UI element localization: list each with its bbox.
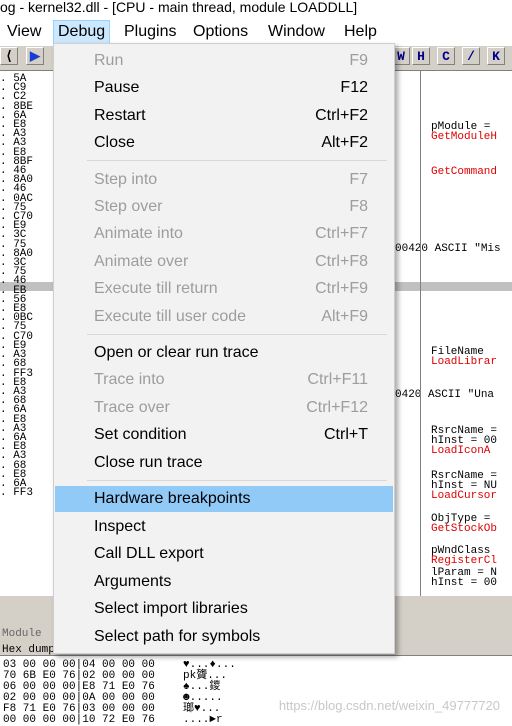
hex-dump-pane[interactable]: 03 00 00 00|04 00 00 00 ♥...♦... 70 6B E…	[0, 655, 512, 726]
menu-item-shortcut: Ctrl+F8	[315, 253, 368, 270]
menu-options[interactable]: Options	[189, 21, 252, 43]
dump-ascii: ....►r	[183, 714, 223, 726]
menu-window[interactable]: Window	[264, 21, 329, 43]
menu-item-label: Open or clear run trace	[94, 344, 259, 361]
menu-item-execute-till-return: Execute till return Ctrl+F9	[55, 276, 393, 302]
menu-item-call-dll-export[interactable]: Call DLL export	[55, 541, 393, 567]
menu-separator	[87, 160, 387, 161]
menu-item-shortcut: Ctrl+T	[324, 426, 368, 443]
menu-item-pause[interactable]: Pause F12	[55, 75, 393, 101]
toolbar-k-button[interactable]: K	[487, 47, 505, 65]
menu-view[interactable]: View	[3, 21, 45, 43]
menu-plugins[interactable]: Plugins	[120, 21, 180, 43]
window-title: og - kernel32.dll - [CPU - main thread, …	[0, 0, 512, 16]
menu-separator	[87, 334, 387, 335]
menu-item-animate-over: Animate over Ctrl+F8	[55, 249, 393, 275]
menu-help[interactable]: Help	[340, 21, 381, 43]
menu-item-label: Close run trace	[94, 454, 203, 471]
menu-item-inspect[interactable]: Inspect	[55, 514, 393, 540]
menu-item-label: Arguments	[94, 573, 172, 590]
menu-item-shortcut: Ctrl+F9	[315, 280, 368, 297]
menu-item-label: Step over	[94, 198, 163, 215]
disassembly-column: . 5A. C9. C2. 8BE. 6A. E8. A3. A3. E8. 8…	[0, 73, 50, 500]
menu-item-label: Restart	[94, 107, 146, 124]
menu-item-shortcut: Ctrl+F7	[315, 225, 368, 242]
menu-item-label: Inspect	[94, 518, 146, 535]
menu-item-label: Animate into	[94, 225, 183, 242]
menu-item-label: Call DLL export	[94, 545, 204, 562]
toolbar-slash-button[interactable]: /	[462, 47, 480, 65]
menu-item-label: Execute till user code	[94, 308, 247, 325]
menu-item-label: Select import libraries	[94, 600, 248, 617]
comment-column: pModule = GetModuleH GetCommand FileName…	[420, 71, 512, 597]
menu-item-animate-into: Animate into Ctrl+F7	[55, 221, 393, 247]
menu-item-execute-till-user-code: Execute till user code Alt+F9	[55, 304, 393, 330]
menu-item-shortcut: Alt+F2	[321, 134, 368, 151]
menu-item-label: Step into	[94, 171, 158, 188]
disassembly-line: . FF3	[0, 487, 34, 500]
comment-line: GetModuleH	[431, 131, 498, 143]
menu-item-label: Trace into	[94, 371, 165, 388]
toolbar-h-button[interactable]: H	[412, 47, 430, 65]
module-label: Module	[2, 628, 42, 640]
menu-item-shortcut: Alt+F9	[321, 308, 368, 325]
menu-item-shortcut: F9	[349, 52, 368, 69]
menu-item-label: Hardware breakpoints	[94, 490, 251, 507]
watermark: https://blog.csdn.net/weixin_49777720	[278, 698, 500, 713]
menu-item-hardware-breakpoints[interactable]: Hardware breakpoints	[55, 486, 393, 512]
menu-item-label: Animate over	[94, 253, 189, 270]
comment-line: LoadLibrar	[431, 356, 498, 368]
menu-item-label: Execute till return	[94, 280, 218, 297]
comment-line: hInst = 00	[431, 577, 498, 589]
menu-item-close[interactable]: Close Alt+F2	[55, 130, 393, 156]
menu-item-trace-over: Trace over Ctrl+F12	[55, 395, 393, 421]
menu-item-trace-into: Trace into Ctrl+F11	[55, 367, 393, 393]
menu-item-shortcut: Ctrl+F11	[307, 371, 368, 388]
comment-line: GetCommand	[431, 166, 498, 178]
menu-item-label: Select path for symbols	[94, 628, 261, 645]
comment-line: GetStockOb	[431, 523, 498, 535]
comment-line: LoadIconA	[431, 445, 491, 457]
menu-item-shortcut: Ctrl+F12	[306, 399, 368, 416]
menu-item-shortcut: F8	[349, 198, 368, 215]
menu-item-close-run-trace[interactable]: Close run trace	[55, 450, 393, 476]
menu-debug[interactable]: Debug	[53, 20, 111, 44]
toolbar-c-button[interactable]: C	[437, 47, 455, 65]
menu-item-label: Run	[94, 52, 124, 69]
menu-item-label: Close	[94, 134, 135, 151]
menu-item-label: Trace over	[94, 399, 170, 416]
menu-item-select-path-for-symbols[interactable]: Select path for symbols	[55, 624, 393, 650]
menu-item-arguments[interactable]: Arguments	[55, 569, 393, 595]
debug-menu: Run F9 Pause F12 Restart Ctrl+F2 Close Alt+F…	[53, 43, 395, 654]
menu-item-open-run-trace[interactable]: Open or clear run trace	[55, 340, 393, 366]
comment-line: LoadCursor	[431, 490, 498, 502]
menu-item-step-over: Step over F8	[55, 194, 393, 220]
menu-item-label: Pause	[94, 79, 140, 96]
comment-line: RegisterCl	[431, 555, 498, 567]
menu-item-step-into: Step into F7	[55, 167, 393, 193]
rewind-icon[interactable]: ⟨	[0, 47, 18, 65]
dump-row: 00 00 00 00|10 72 E0 76	[3, 714, 155, 726]
menu-item-run: Run F9	[55, 48, 393, 74]
menu-item-select-import-libraries[interactable]: Select import libraries	[55, 596, 393, 622]
menu-item-set-condition[interactable]: Set condition Ctrl+T	[55, 422, 393, 448]
menu-item-shortcut: F7	[349, 171, 368, 188]
menu-item-label: Set condition	[94, 426, 187, 443]
menu-item-shortcut: Ctrl+F2	[315, 107, 368, 124]
run-icon[interactable]: ▶	[26, 47, 44, 65]
menu-separator	[87, 480, 387, 481]
menu-item-restart[interactable]: Restart Ctrl+F2	[55, 103, 393, 129]
menu-item-shortcut: F12	[340, 79, 368, 96]
